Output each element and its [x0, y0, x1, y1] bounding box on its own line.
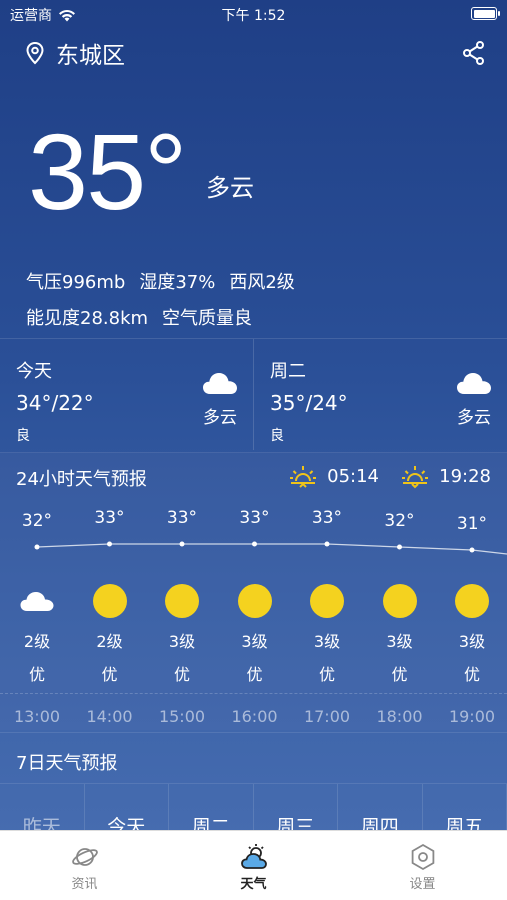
city-name[interactable]: 东城区	[56, 36, 125, 70]
week-day[interactable]: 今天	[85, 784, 169, 831]
share-icon[interactable]	[461, 40, 487, 66]
hour-time: 16:00	[231, 707, 278, 726]
hour-time: 15:00	[158, 707, 206, 726]
hour-temp: 33°	[239, 508, 270, 528]
hourly-title: 24小时天气预报	[16, 469, 147, 490]
hourly-forecast[interactable]: 24小时天气预报 05:14 19:28 32° 2级优 13:00 33° 2级优 14…	[0, 452, 507, 730]
hour-temp: 33°	[94, 508, 125, 528]
sunset: 19:28	[401, 463, 491, 489]
hour-temp: 32°	[384, 511, 415, 531]
tab-label: 设置	[409, 877, 436, 892]
tab-news[interactable]: 资讯	[0, 831, 169, 900]
sun-icon	[237, 584, 272, 618]
week-day[interactable]: 昨天	[0, 784, 85, 831]
weather-icon	[240, 844, 267, 869]
current-temperature: 35°	[28, 111, 187, 232]
week-day[interactable]: 周四	[338, 784, 423, 831]
hour-temp: 33°	[311, 508, 343, 528]
week-row: 昨天 今天 周二 周三 周四 周五	[0, 783, 507, 831]
day-aqi: 良	[16, 428, 30, 444]
hour-time: 19:00	[448, 707, 496, 726]
hour-aqi: 优	[463, 665, 480, 684]
sunset-time: 19:28	[439, 465, 491, 487]
sun-icon	[455, 584, 489, 618]
hour-aqi: 优	[173, 665, 190, 684]
sun-icon	[310, 584, 344, 618]
temperature-point	[397, 544, 402, 550]
temperature-point	[469, 547, 475, 553]
sun-icon	[382, 584, 417, 618]
hour-aqi: 优	[246, 665, 263, 684]
air-quality-value: 空气质量良	[162, 308, 253, 329]
sunrise-time: 05:14	[327, 465, 379, 487]
settings-icon	[411, 843, 434, 871]
hour-wind: 3级	[168, 632, 196, 651]
hour-time: 17:00	[303, 707, 351, 726]
temperature-point	[324, 541, 330, 547]
hour-wind: 3级	[458, 632, 486, 651]
hour-time: 14:00	[86, 707, 133, 726]
weekly-forecast[interactable]: 7日天气预报 昨天 今天 周二 周三 周四 周五	[0, 732, 507, 831]
tab-settings[interactable]: 设置	[338, 831, 507, 900]
wind-value: 西风2级	[229, 272, 295, 293]
cloud-icon	[203, 373, 237, 394]
hour-temp: 32°	[21, 511, 53, 531]
hour-wind: 3级	[386, 632, 413, 651]
header: 东城区	[24, 36, 487, 70]
status-bar: 运营商 下午 1:52	[0, 0, 507, 28]
hour-time: 13:00	[13, 707, 61, 726]
cloud-icon	[457, 373, 491, 394]
humidity-value: 湿度37%	[139, 272, 216, 293]
tab-weather[interactable]: 天气	[169, 831, 338, 900]
day-condition: 多云	[203, 408, 237, 428]
sunset-icon	[402, 466, 429, 489]
detail-line-2: 能见度28.8km 空气质量良	[26, 304, 252, 330]
hour-temp: 31°	[456, 514, 488, 534]
daily-summary: 今天 34°/22° 良 多云 周二 35°/24° 良 多云	[0, 338, 507, 450]
tab-label: 天气	[240, 877, 267, 892]
temperature-point	[34, 544, 40, 550]
day-card-tomorrow[interactable]: 周二 35°/24° 良 多云	[253, 339, 507, 450]
hour-aqi: 优	[28, 665, 45, 684]
location-pin-icon[interactable]	[24, 41, 46, 65]
hour-wind: 3级	[241, 632, 268, 651]
hour-aqi: 优	[101, 665, 118, 684]
sunrise-icon	[290, 466, 317, 488]
hour-aqi: 优	[391, 665, 408, 684]
detail-line-1: 气压996mb 湿度37% 西风2级	[26, 268, 295, 294]
time-axis	[0, 693, 507, 694]
temperature-point	[252, 541, 257, 547]
day-card-today[interactable]: 今天 34°/22° 良 多云	[0, 339, 253, 450]
day-condition: 多云	[457, 408, 491, 428]
battery-icon	[471, 7, 500, 20]
temperature-point	[107, 541, 112, 547]
cloud-icon	[20, 592, 54, 611]
hour-wind: 2级	[23, 632, 51, 651]
temperature-point	[179, 541, 185, 547]
sunrise: 05:14	[289, 463, 379, 489]
sun-icon	[165, 584, 199, 618]
sun-icon	[92, 584, 127, 618]
hour-wind: 3级	[313, 632, 341, 651]
hour-aqi: 优	[318, 665, 335, 684]
week-day[interactable]: 周五	[423, 784, 507, 831]
hour-wind: 2级	[96, 632, 123, 651]
visibility-value: 能见度28.8km	[26, 308, 149, 329]
hour-time: 18:00	[376, 707, 423, 726]
weekly-title: 7日天气预报	[16, 753, 118, 774]
week-day[interactable]: 周三	[254, 784, 338, 831]
current-condition: 多云	[206, 174, 254, 202]
pressure-value: 气压996mb	[26, 272, 126, 293]
hour-temp: 33°	[166, 508, 198, 528]
tab-bar: 资讯 天气 设置	[0, 830, 507, 900]
day-aqi: 良	[270, 428, 284, 444]
tab-label: 资讯	[71, 877, 98, 892]
planet-icon	[71, 848, 98, 866]
week-day[interactable]: 周二	[169, 784, 254, 831]
status-time: 下午 1:52	[221, 8, 286, 24]
